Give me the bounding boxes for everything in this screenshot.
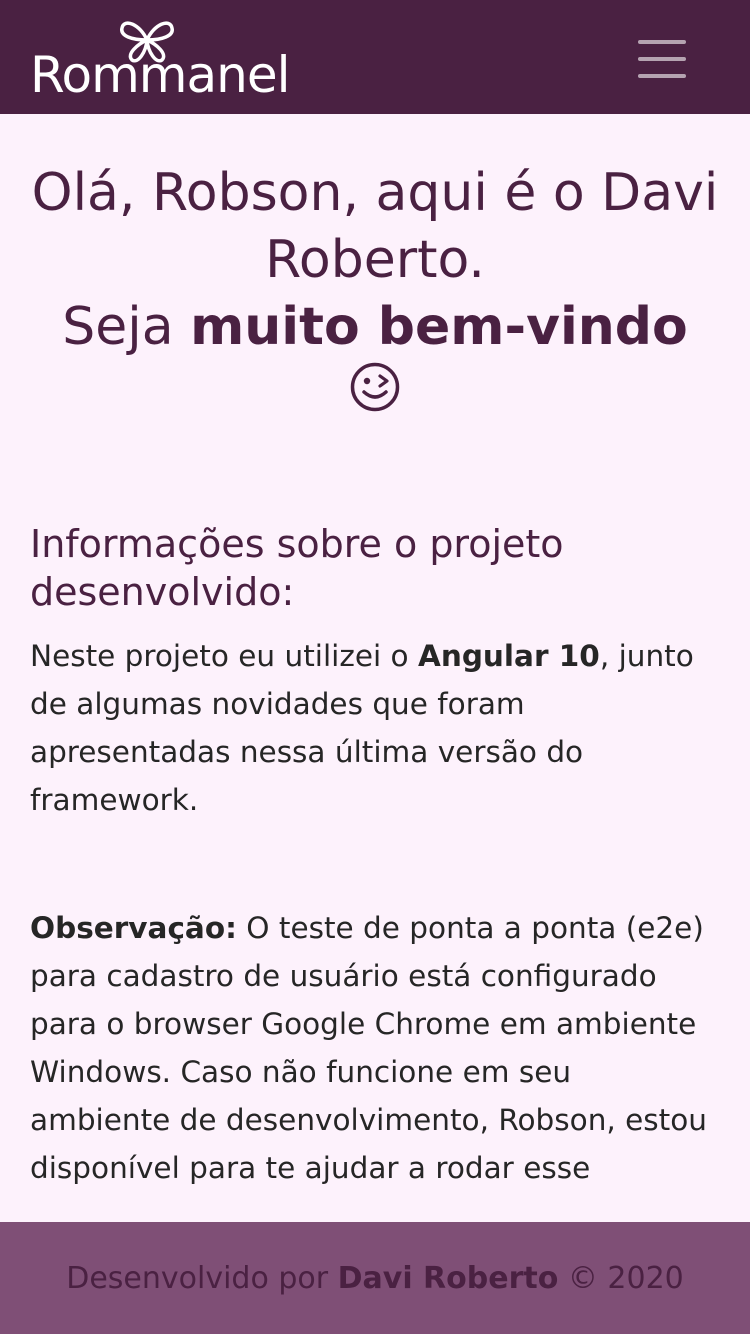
footer-copyright: © 2020 xyxy=(558,1260,684,1296)
welcome-prefix: Seja xyxy=(62,297,191,357)
footer-author: Davi Roberto xyxy=(337,1260,559,1296)
winking-face-icon xyxy=(350,362,400,412)
page: Rommanel Olá, Robson, aqui é o Davi Robe… xyxy=(0,0,750,1334)
observation-label: Observação: xyxy=(30,911,237,945)
project-info-section: Informações sobre o projeto desenvolvido… xyxy=(30,520,720,1192)
angular-version: Angular 10 xyxy=(417,639,600,673)
project-description: Neste projeto eu utilizei o Angular 10, … xyxy=(30,632,720,824)
navbar: Rommanel xyxy=(0,0,750,114)
welcome-greeting: Olá, Robson, aqui é o Davi Roberto. xyxy=(31,163,719,290)
rommanel-logo[interactable]: Rommanel xyxy=(30,14,300,102)
description-text-start: Neste projeto eu utilizei o xyxy=(30,639,418,673)
welcome-heading: Olá, Robson, aqui é o Davi Roberto. Seja… xyxy=(30,160,720,413)
footer-prefix: Desenvolvido por xyxy=(66,1260,338,1296)
section-title: Informações sobre o projeto desenvolvido… xyxy=(30,522,564,614)
footer: Desenvolvido por Davi Roberto © 2020 xyxy=(0,1222,750,1334)
menu-toggle-button[interactable] xyxy=(622,28,702,86)
welcome-emphasis: muito bem-vindo xyxy=(190,297,688,357)
logo-wordmark: Rommanel xyxy=(30,46,290,104)
observation-paragraph: Observação: O teste de ponta a ponta (e2… xyxy=(30,904,720,1192)
observation-text: O teste de ponta a ponta (e2e) para cada… xyxy=(30,911,707,1185)
